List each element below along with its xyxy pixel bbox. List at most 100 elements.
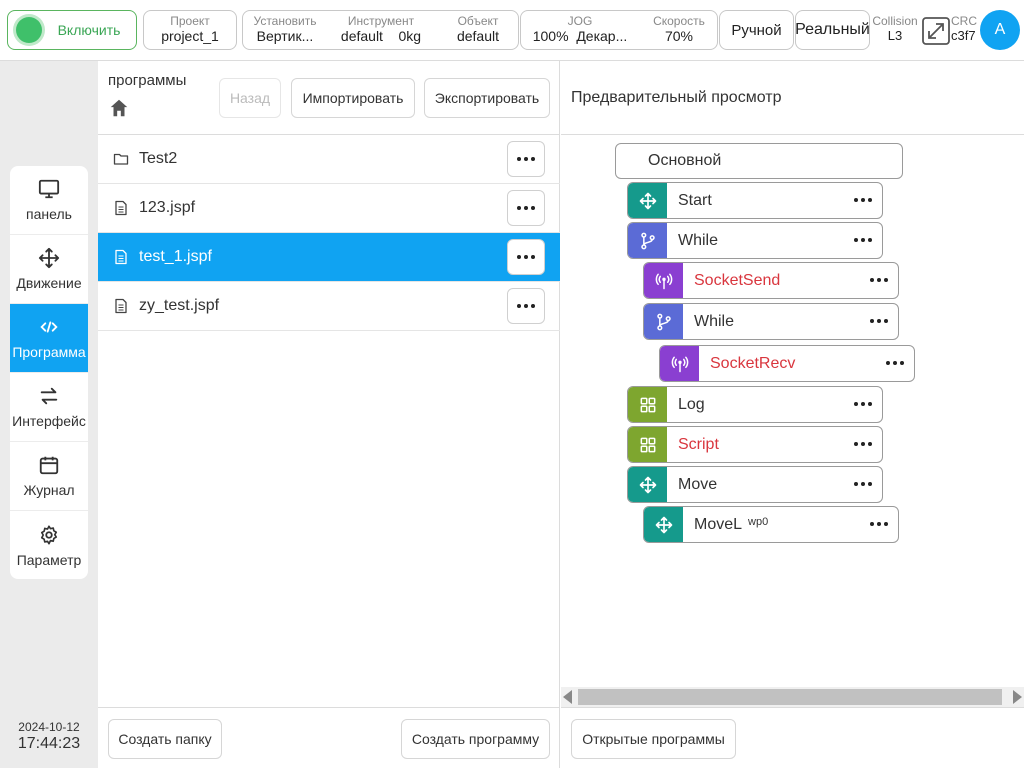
nav-label-motion: Движение	[16, 275, 82, 291]
programs-header: программы Назад Импортировать Экспортиро…	[98, 61, 560, 135]
manual-mode-button[interactable]: Ручной	[719, 10, 794, 50]
file-name: test_1.jspf	[139, 248, 212, 265]
object-field[interactable]: Объект default	[437, 11, 519, 49]
config-group: Установить Вертик... Инструмент default …	[242, 10, 519, 50]
nav-item-program[interactable]: Программа	[10, 304, 88, 373]
nav-item-interface[interactable]: Интерфейс	[10, 373, 88, 442]
object-value: default	[456, 28, 500, 44]
more-icon	[517, 206, 535, 210]
file-row-test2[interactable]: Test2	[98, 135, 560, 184]
horizontal-scrollbar[interactable]	[561, 687, 1024, 707]
collision-indicator[interactable]: Collision L3	[871, 14, 919, 44]
import-button[interactable]: Импортировать	[291, 78, 415, 118]
tool-value: default	[340, 28, 383, 44]
enable-button-label: Включить	[57, 22, 121, 38]
scroll-right-icon[interactable]	[1013, 690, 1022, 704]
tree-node-log[interactable]: Log	[627, 386, 883, 423]
code-icon	[40, 321, 58, 333]
more-options-button[interactable]	[507, 190, 545, 226]
branch-icon	[628, 223, 667, 258]
create-folder-button[interactable]: Создать папку	[108, 719, 222, 759]
tree-node-while-nested[interactable]: While	[643, 303, 899, 340]
file-icon	[115, 249, 127, 265]
antenna-icon	[644, 263, 683, 298]
node-more-icon[interactable]	[870, 278, 888, 282]
scrollbar-thumb[interactable]	[578, 689, 1002, 705]
home-icon[interactable]	[108, 97, 130, 119]
real-mode-label: Реальный	[795, 21, 870, 38]
file-row-zy-test[interactable]: zy_test.jspf	[98, 282, 560, 331]
node-more-icon[interactable]	[854, 198, 872, 202]
enable-button[interactable]: Включить	[7, 10, 137, 50]
file-list: Test2 123.jspf test_1.jspf zy_test.jspf	[98, 135, 560, 331]
tree-node-socketrecv[interactable]: SocketRecv	[659, 345, 915, 382]
node-label: MoveL	[694, 515, 743, 533]
scroll-left-icon[interactable]	[563, 690, 572, 704]
node-label: While	[694, 312, 735, 330]
node-label: Log	[678, 395, 705, 413]
nav-item-settings[interactable]: Параметр	[10, 511, 88, 579]
node-more-icon[interactable]	[854, 402, 872, 406]
programs-footer: Создать папку Создать программу	[98, 707, 560, 768]
fullscreen-icon[interactable]	[921, 16, 951, 46]
tree-node-start[interactable]: Start	[627, 182, 883, 219]
nav-item-dashboard[interactable]: панель	[10, 166, 88, 235]
preview-header: Предварительный просмотр	[561, 61, 1024, 135]
node-more-icon[interactable]	[854, 238, 872, 242]
file-icon	[115, 298, 127, 314]
user-avatar[interactable]: A	[980, 10, 1020, 50]
programs-title: программы	[108, 72, 187, 89]
tool-field[interactable]: Инструмент default 0kg	[329, 11, 433, 49]
more-options-button[interactable]	[507, 141, 545, 177]
file-row-123[interactable]: 123.jspf	[98, 184, 560, 233]
file-row-test-1[interactable]: test_1.jspf	[98, 233, 560, 282]
real-mode-button[interactable]: Реальный	[795, 10, 870, 50]
node-label: SocketSend	[694, 271, 781, 289]
node-more-icon[interactable]	[870, 522, 888, 526]
speed-field[interactable]: Скорость 70%	[641, 11, 717, 49]
programs-panel: программы Назад Импортировать Экспортиро…	[98, 61, 560, 768]
node-more-icon[interactable]	[854, 482, 872, 486]
nav-item-log[interactable]: Журнал	[10, 442, 88, 511]
object-label: Объект	[457, 14, 499, 28]
node-more-icon[interactable]	[870, 319, 888, 323]
node-more-icon[interactable]	[886, 361, 904, 365]
more-options-button[interactable]	[507, 239, 545, 275]
collision-label: Collision	[872, 14, 918, 28]
speed-value: 70%	[664, 28, 694, 44]
jog-field[interactable]: JOG 100% Декар...	[521, 11, 639, 49]
export-button[interactable]: Экспортировать	[424, 78, 550, 118]
tree-node-while[interactable]: While	[627, 222, 883, 259]
install-value: Вертик...	[256, 28, 314, 44]
preview-panel: Предварительный просмотр Основной Start …	[561, 61, 1024, 768]
current-time: 17:44:23	[17, 735, 81, 752]
jog-frame: Декар...	[576, 28, 628, 44]
more-options-button[interactable]	[507, 288, 545, 324]
create-program-button[interactable]: Создать программу	[401, 719, 550, 759]
current-date: 2024-10-12	[18, 720, 80, 734]
tree-node-move[interactable]: Move	[627, 466, 883, 503]
grid-icon	[628, 427, 667, 462]
crc-indicator: CRC c3f7	[951, 14, 981, 44]
jog-label: JOG	[567, 14, 593, 28]
node-more-icon[interactable]	[854, 442, 872, 446]
tree-node-script[interactable]: Script	[627, 426, 883, 463]
more-icon	[517, 304, 535, 308]
back-button[interactable]: Назад	[219, 78, 281, 118]
monitor-icon	[38, 179, 60, 199]
install-field[interactable]: Установить Вертик...	[243, 11, 327, 49]
tree-root-node[interactable]: Основной	[615, 143, 903, 179]
tool-weight: 0kg	[398, 28, 422, 44]
move-icon	[38, 247, 60, 269]
project-selector[interactable]: Проект project_1	[143, 10, 237, 50]
power-status-icon	[16, 17, 42, 43]
speed-label: Скорость	[653, 14, 705, 28]
tree-node-socketsend[interactable]: SocketSend	[643, 262, 899, 299]
open-programs-button[interactable]: Открытые программы	[571, 719, 736, 759]
project-label: Проект	[170, 14, 210, 28]
move-icon	[628, 183, 667, 218]
tree-node-movel[interactable]: MoveL wp0	[643, 506, 899, 543]
collision-value: L3	[887, 28, 903, 43]
crc-value: c3f7	[951, 28, 976, 43]
nav-item-motion[interactable]: Движение	[10, 235, 88, 304]
